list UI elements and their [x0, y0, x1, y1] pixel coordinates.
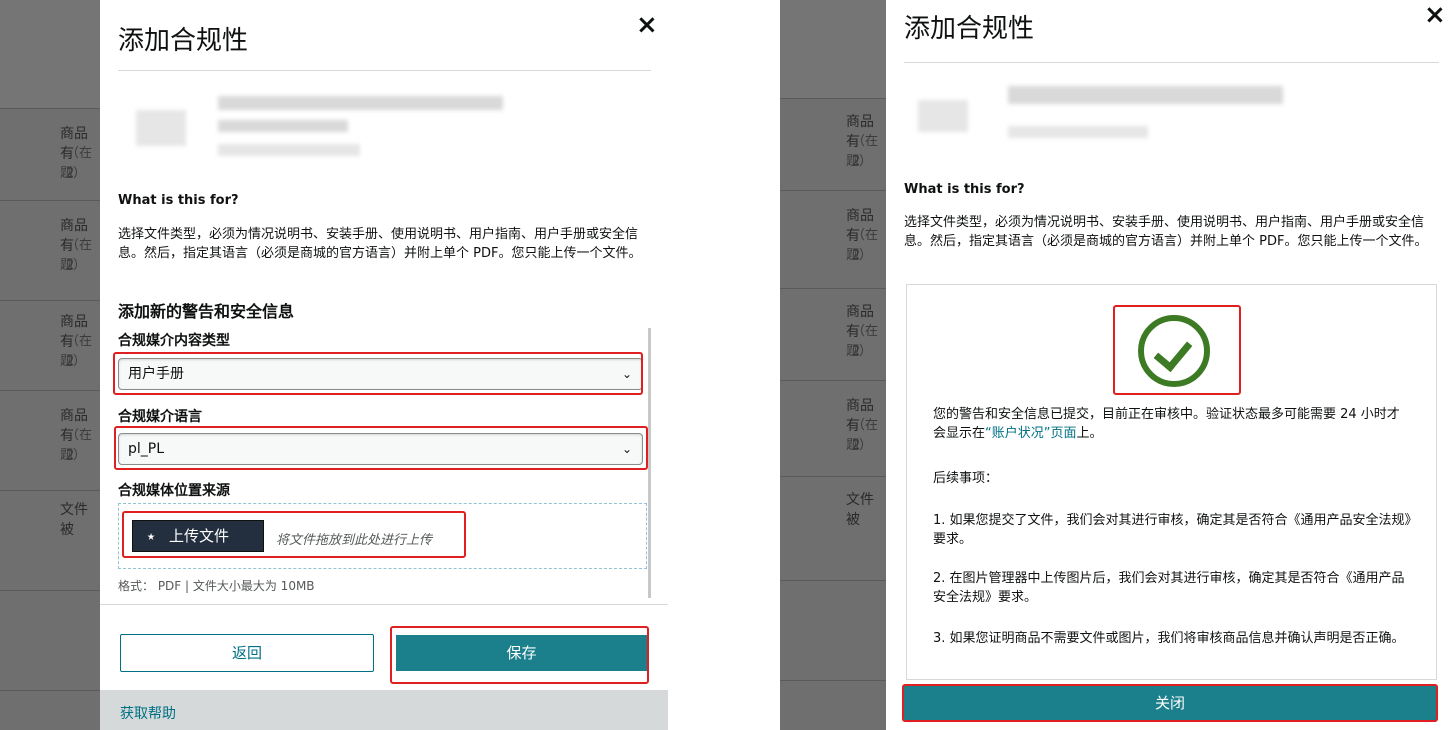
background-row-tail: 题） [846, 248, 873, 263]
background-row-label: 文件被 [846, 492, 874, 528]
close-button[interactable]: 关闭 [904, 686, 1436, 720]
product-asin-redacted [1008, 126, 1148, 138]
account-health-link[interactable]: “账户状况”页面 [985, 426, 1076, 441]
product-title-redacted [218, 120, 348, 132]
content-type-value: 用户手册 [128, 366, 184, 382]
status-text-end: 上。 [1076, 426, 1103, 441]
get-help-link[interactable]: 获取帮助 [120, 703, 176, 723]
product-thumbnail [910, 90, 990, 146]
background-row-tail: 题） [60, 448, 87, 463]
next-steps-heading: 后续事项： [933, 471, 999, 486]
submission-status-message: 您的警告和安全信息已提交，目前正在审核中。验证状态最多可能需要 24 小时才会显… [933, 405, 1403, 443]
what-heading: What is this for? [118, 193, 239, 208]
background-row-tail: 题） [846, 344, 873, 359]
language-label: 合规媒介语言 [118, 409, 202, 425]
section-heading: 添加新的警告和安全信息 [118, 302, 295, 321]
close-icon[interactable]: × [1424, 0, 1446, 30]
background-page: 商品有 （在 2 题） 商品有 （在 2 题） 商品有 （在 2 题） 商品有 … [0, 0, 100, 730]
background-page: 商品有 （在 2 题） 商品有 （在 2 题） 商品有 （在 2 题） 商品有 … [780, 0, 886, 730]
chevron-down-icon: ⌄ [621, 442, 632, 456]
background-row-tail: 题） [846, 154, 873, 169]
chevron-down-icon: ⌄ [621, 367, 632, 381]
description-text: 选择文件类型，必须为情况说明书、安装手册、使用说明书、用户指南、用户手册或安全信… [904, 215, 1428, 249]
what-heading: What is this for? [904, 182, 1025, 197]
content-type-label: 合规媒介内容类型 [118, 333, 230, 349]
checkmark-glyph [1153, 331, 1193, 373]
language-select[interactable]: pl_PL ⌄ [118, 433, 643, 465]
background-row-tail: 题） [60, 166, 87, 181]
upload-icon: ⭑ [147, 527, 156, 545]
title-divider [904, 62, 1439, 63]
background-row-tail: 题） [846, 438, 873, 453]
background-row-label: 文件被 [60, 502, 88, 538]
close-icon[interactable]: × [636, 10, 658, 40]
product-title-redacted [1008, 86, 1283, 104]
background-row-tail: 题） [60, 354, 87, 369]
add-compliance-modal: 添加合规性 × What is this for? 选择文件类型，必须为情况说明… [100, 0, 668, 730]
title-divider [118, 70, 651, 71]
check-circle-icon [1138, 315, 1210, 387]
scrollbar[interactable] [648, 328, 651, 598]
content-type-select[interactable]: 用户手册 ⌄ [118, 358, 643, 390]
drop-hint: 将文件拖放到此处进行上传 [276, 533, 433, 548]
next-step-item: 2. 在图片管理器中上传图片后，我们会对其进行审核，确定其是否符合《通用产品安全… [933, 571, 1405, 605]
description-text: 选择文件类型，必须为情况说明书、安装手册、使用说明书、用户指南、用户手册或安全信… [118, 227, 642, 261]
upload-button-label: 上传文件 [169, 527, 230, 545]
footer-divider [100, 604, 668, 605]
product-thumbnail [128, 100, 206, 156]
upload-file-button[interactable]: ⭑ 上传文件 [132, 520, 264, 552]
help-footer [100, 690, 668, 730]
language-value: pl_PL [128, 441, 165, 457]
product-asin-redacted [218, 144, 360, 156]
product-title-redacted [218, 96, 503, 110]
source-label: 合规媒体位置来源 [118, 483, 230, 499]
left-panel: 商品有 （在 2 题） 商品有 （在 2 题） 商品有 （在 2 题） 商品有 … [0, 0, 668, 730]
format-note: 格式： PDF | 文件大小最大为 10MB [118, 579, 315, 593]
success-message-box: 您的警告和安全信息已提交，目前正在审核中。验证状态最多可能需要 24 小时才会显… [906, 284, 1437, 680]
save-button[interactable]: 保存 [396, 635, 647, 671]
back-button[interactable]: 返回 [120, 634, 374, 672]
add-compliance-modal: 添加合规性 × What is this for? 选择文件类型，必须为情况说明… [886, 0, 1449, 730]
next-step-item: 1. 如果您提交了文件，我们会对其进行审核，确定其是否符合《通用产品安全法规》要… [933, 513, 1412, 547]
modal-title: 添加合规性 [118, 26, 249, 56]
next-step-item: 3. 如果您证明商品不需要文件或图片，我们将审核商品信息并确认声明是否正确。 [933, 631, 1405, 646]
right-panel: 商品有 （在 2 题） 商品有 （在 2 题） 商品有 （在 2 题） 商品有 … [780, 0, 1449, 730]
modal-title: 添加合规性 [904, 14, 1035, 44]
background-row-tail: 题） [60, 258, 87, 273]
